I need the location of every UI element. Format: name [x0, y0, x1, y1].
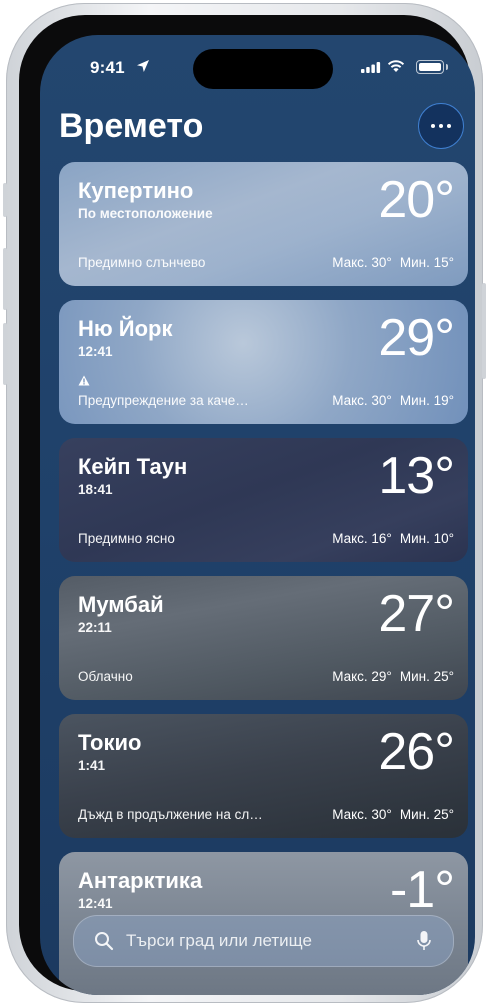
city-card-cupertino[interactable]: Купертино По местоположение 20° Предимно… [59, 162, 468, 286]
city-condition: Предупреждение за каче… [78, 393, 249, 408]
city-card-tokyo[interactable]: Токио 1:41 26° Дъжд в продължение на сл…… [59, 714, 468, 838]
warning-triangle-icon [78, 375, 90, 386]
page-title: Времето [59, 107, 204, 145]
city-temperature: 20° [378, 171, 455, 229]
city-name: Кейп Таун [78, 454, 188, 479]
city-temperature: 27° [378, 585, 455, 643]
phone-frame: 9:41 Времето Купертино По местоположение… [3, 3, 486, 1003]
city-low: Мин. 25° [399, 669, 454, 684]
city-subtitle: 18:41 [78, 482, 113, 497]
magnifier-icon [95, 932, 114, 951]
city-high-low: Макс. 16° Мин. 10° [332, 531, 454, 546]
city-low: Мин. 10° [399, 531, 454, 546]
city-high-low: Макс. 29° Мин. 25° [332, 669, 454, 684]
city-temperature: 26° [378, 723, 455, 781]
city-name: Мумбай [78, 592, 164, 617]
city-high: Макс. 30° [332, 393, 392, 408]
city-name: Токио [78, 730, 142, 755]
action-button [3, 183, 7, 217]
search-placeholder: Търси град или летище [126, 931, 312, 950]
battery-icon [416, 60, 448, 74]
microphone-icon[interactable] [417, 930, 431, 952]
power-button [482, 283, 486, 379]
screen: 9:41 Времето Купертино По местоположение… [40, 35, 475, 995]
city-temperature: -1° [389, 861, 455, 919]
city-subtitle: 22:11 [78, 620, 112, 635]
city-high-low: Макс. 30° Мин. 25° [332, 807, 454, 822]
cellular-signal-icon [361, 62, 381, 73]
city-high-low: Макс. 30° Мин. 19° [332, 393, 454, 408]
city-name: Купертино [78, 178, 194, 203]
volume-down-button [3, 323, 7, 385]
search-bar[interactable]: Търси град или летище [73, 915, 454, 967]
city-condition: Облачно [78, 669, 133, 684]
bezel: 9:41 Времето Купертино По местоположение… [19, 15, 475, 995]
city-temperature: 13° [378, 447, 455, 505]
city-temperature: 29° [378, 309, 455, 367]
volume-up-button [3, 248, 7, 310]
city-name: Антарктика [78, 868, 203, 893]
city-low: Мин. 19° [399, 393, 454, 408]
wifi-icon [387, 60, 405, 72]
more-button[interactable] [418, 103, 464, 149]
city-condition: Предимно слънчево [78, 255, 206, 270]
city-high: Макс. 30° [332, 807, 392, 822]
city-subtitle: 1:41 [78, 758, 106, 773]
city-high: Макс. 30° [332, 255, 392, 270]
city-name: Ню Йорк [78, 316, 173, 341]
city-low: Мин. 25° [399, 807, 454, 822]
city-high-low: Макс. 30° Мин. 15° [332, 255, 454, 270]
status-time: 9:41 [90, 58, 125, 77]
city-low: Мин. 15° [399, 255, 454, 270]
dynamic-island [193, 49, 333, 89]
city-high: Макс. 16° [332, 531, 392, 546]
location-arrow-icon [137, 60, 149, 72]
city-condition: Дъжд в продължение на сл… [78, 807, 263, 822]
city-subtitle: 12:41 [78, 896, 113, 911]
city-card-cape-town[interactable]: Кейп Таун 18:41 13° Предимно ясно Макс. … [59, 438, 468, 562]
city-subtitle: По местоположение [78, 206, 213, 221]
city-card-mumbai[interactable]: Мумбай 22:11 27° Облачно Макс. 29° Мин. 2… [59, 576, 468, 700]
city-condition: Предимно ясно [78, 531, 175, 546]
ellipsis-icon [431, 124, 435, 128]
city-high: Макс. 29° [332, 669, 392, 684]
city-subtitle: 12:41 [78, 344, 113, 359]
city-card-new-york[interactable]: Ню Йорк 12:41 29° Предупреждение за каче… [59, 300, 468, 424]
